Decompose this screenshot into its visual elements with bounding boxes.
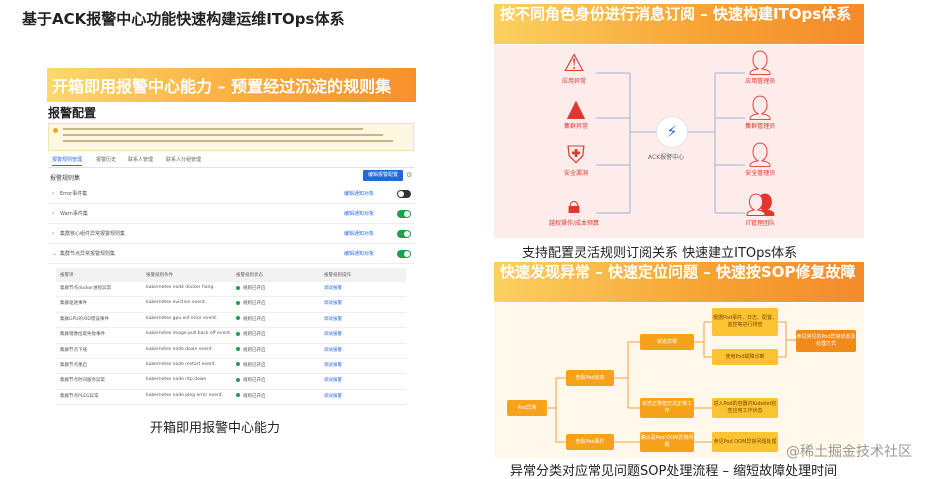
- status-normal-not-working-node: 状态正常但无法正常工作: [640, 398, 694, 418]
- check-container-step: 进入Pod的容器内Kubelet检查应用工作状态: [712, 398, 778, 418]
- pod-diagnosis-step: 使用Pod故障诊断: [712, 349, 778, 365]
- check-pod-status-node: 查看Pod状态: [566, 370, 614, 386]
- fix-reference-step: 参见常见的Pod异常状态及处理方式: [796, 330, 856, 352]
- troubleshoot-step: 根据Pod事件、日志、配置、监控等进行排查: [712, 308, 778, 336]
- confirm-oom-node: 确认是Pod OOM异常问题: [640, 432, 694, 452]
- watermark: @稀土掘金技术社区: [786, 444, 912, 460]
- pod-exception-node: Pod异常: [507, 400, 547, 416]
- check-pod-events-node: 查看Pod事件: [566, 434, 614, 450]
- status-abnormal-node: 状态异常: [640, 334, 694, 350]
- oom-handling-step: 参见Pod OOM异常问题处理: [712, 432, 778, 452]
- flow-connectors: [548, 321, 796, 443]
- sop-caption: 异常分类对应常见问题SOP处理流程 – 缩短故障处理时间: [510, 464, 838, 479]
